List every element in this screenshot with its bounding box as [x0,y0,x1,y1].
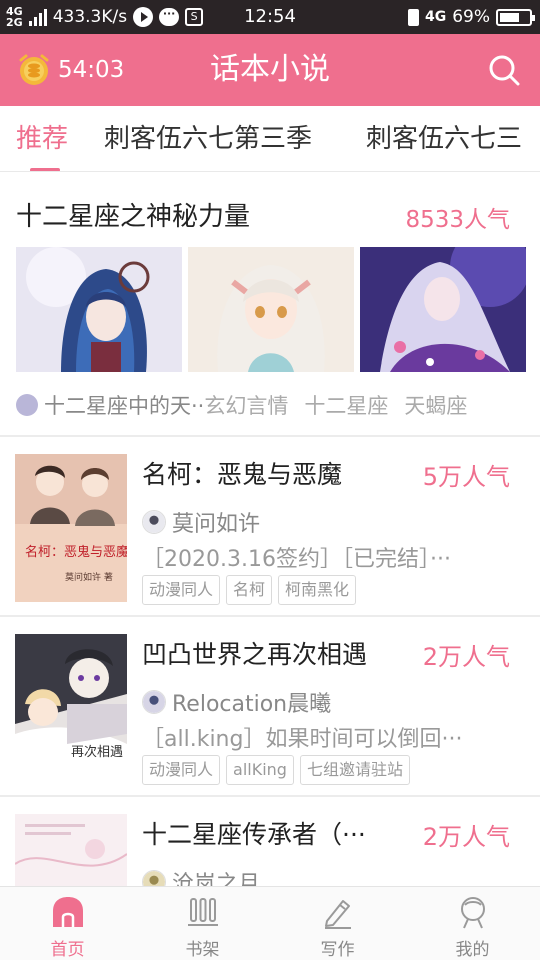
search-icon[interactable] [486,52,522,88]
book-item[interactable]: 再次相遇 凹凸世界之再次相遇 2万人气 Relocation晨曦 ［all.ki… [0,617,540,795]
book-item[interactable]: 名柯：恶鬼与恶魔 莫问如许 著 名柯：恶鬼与恶魔 5万人气 莫问如许 ［2020… [0,437,540,615]
nav-label: 首页 [50,940,85,960]
author-name: 沧岚之月 [172,872,261,886]
book-tag[interactable]: 七组邀请驻站 [299,755,410,785]
featured-tags: 十二星座中的天·· 玄幻言情 十二星座 天蝎座 [16,388,467,422]
featured-popularity: 8533人气 [405,207,510,233]
nav-home[interactable]: 首页 [0,887,135,960]
book-popularity: 2万人气 [422,823,510,851]
book-tag[interactable]: 动漫同人 [142,575,221,605]
book-tags: 动漫同人 名柯 柯南黑化 [142,575,357,605]
reading-timer: 54:03 [58,57,125,83]
cover-title-1: 名柯：恶鬼与恶魔 [25,544,127,560]
battery-icon [496,8,535,26]
book-tag[interactable]: 柯南黑化 [278,575,357,605]
bottom-navigation: 首页 书架 写作 我的 [0,886,540,960]
book-title: 名柯：恶鬼与恶魔 [142,460,343,489]
featured-card[interactable]: 十二星座之神秘力量 8533人气 十二星座中的天·· 玄幻言情 十二星座 天蝎座 [0,172,540,435]
featured-title: 十二星座之神秘力量 [16,202,251,232]
cover-title-2: 再次相遇 [71,744,123,760]
alarm-coin-icon[interactable] [16,52,52,88]
status-right: 4G 69% [407,0,535,34]
nav-bookshelf[interactable]: 书架 [135,887,270,960]
featured-tag[interactable]: 天蝎座 [404,390,467,420]
bookshelf-icon [187,898,218,926]
book-item[interactable]: 十二星座传承者（··· 2万人气 沧岚之月 [0,797,540,886]
pen-icon [324,900,351,929]
avatar [142,690,166,714]
avatar [142,870,166,886]
home-icon [52,897,83,927]
book-description: ［all.king］如果时间可以倒回··· [142,727,463,752]
battery-saver-icon [407,8,419,26]
book-tag[interactable]: 动漫同人 [142,755,221,785]
net-type: 4G [424,9,447,25]
book-tag[interactable]: allKing [226,755,294,785]
cover-author: 莫问如许 著 [65,571,113,583]
book-cover[interactable]: 再次相遇 [15,634,127,782]
nav-write[interactable]: 写作 [270,887,405,960]
tab-assassin-567-season3[interactable]: 刺客伍六七第三季 [104,106,312,171]
book-popularity: 5万人气 [422,463,510,491]
book-cover[interactable]: 名柯：恶鬼与恶魔 莫问如许 著 [15,454,127,602]
featured-subtitle: 十二星座中的天·· [44,394,205,418]
category-tabs: 推荐 刺客伍六七第三季 刺客伍六七三 [0,106,540,172]
book-author: Relocation晨曦 [142,687,331,717]
tab-assassin-567-3[interactable]: 刺客伍六七三 [366,106,522,171]
book-tags: 动漫同人 allKing 七组邀请驻站 [142,755,410,785]
avatar [16,394,38,416]
status-bar: 4G 2G 433.3K/s ··· S 12:54 4G 69% [0,0,540,34]
nav-label: 我的 [455,940,490,960]
nav-label: 写作 [320,940,355,960]
featured-tag[interactable]: 玄幻言情 [204,390,288,420]
author-name: 莫问如许 [172,512,261,537]
profile-icon [460,897,485,929]
book-tag[interactable]: 名柯 [226,575,273,605]
featured-tag[interactable]: 十二星座 [304,390,388,420]
book-author: 莫问如许 [142,507,260,537]
book-author: 沧岚之月 [142,867,260,886]
tab-recommended[interactable]: 推荐 [16,106,68,171]
battery-percent: 69% [452,7,490,27]
author-name: Relocation晨曦 [172,692,332,717]
book-popularity: 2万人气 [422,643,510,671]
book-title: 十二星座传承者（··· [142,820,366,849]
featured-image-1[interactable] [16,247,182,372]
book-cover[interactable] [15,814,127,886]
book-description: ［2020.3.16签约］［已完结］··· [142,547,451,572]
nav-label: 书架 [185,940,220,960]
nav-profile[interactable]: 我的 [405,887,540,960]
book-title: 凹凸世界之再次相遇 [142,640,368,669]
avatar [142,510,166,534]
featured-image-3[interactable] [360,247,526,372]
app-header: 54:03 话本小说 [0,34,540,106]
featured-image-2[interactable] [188,247,354,372]
